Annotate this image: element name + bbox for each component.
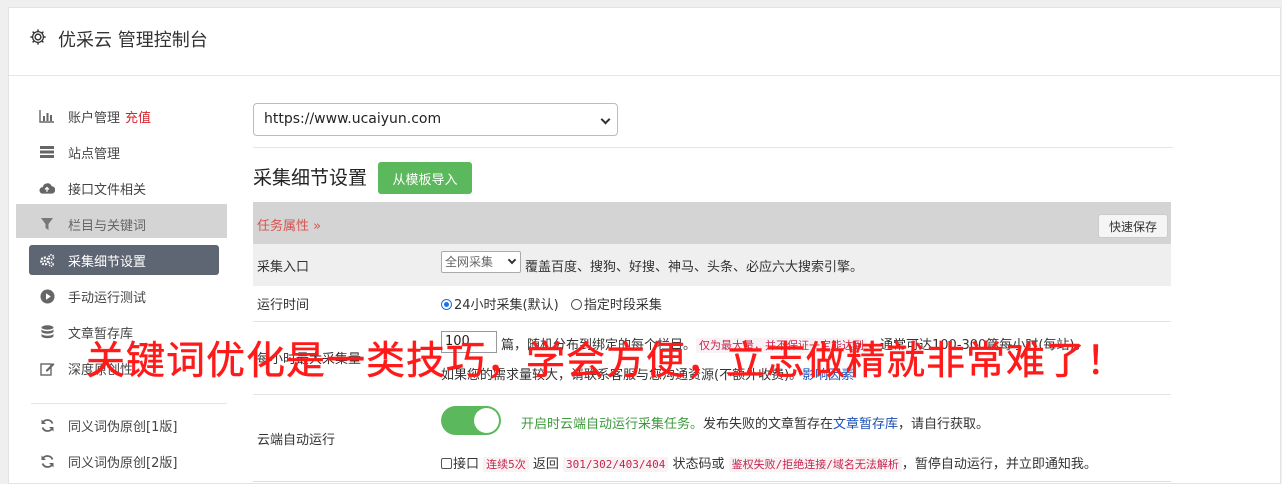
sidebar-item-label: 同义词伪原创[2版] <box>68 455 178 471</box>
cloud-text4: 状态码或 <box>668 457 729 472</box>
entry-label: 采集入口 <box>257 260 310 275</box>
cloud-green-text: 开启时云端自动运行采集任务。 <box>521 417 704 432</box>
sidebar-item-manual-run[interactable]: 手动运行测试 <box>29 281 219 311</box>
chevron-down-icon <box>507 255 517 265</box>
sidebar-item-collect-settings[interactable]: 采集细节设置 <box>29 245 219 275</box>
cloud-desc-line1: 开启时云端自动运行采集任务。发布失败的文章暂存在文章暂存库，请自行获取。 <box>521 413 989 432</box>
site-select-value: https://www.ucaiyun.com <box>264 111 442 127</box>
runtime-options: 24小时采集(默认) 指定时段采集 <box>441 294 662 313</box>
radio-timed[interactable] <box>570 299 582 310</box>
code-status: 301/302/403/404 <box>563 457 669 472</box>
sidebar-item-label: 账户管理 <box>68 110 121 126</box>
sidebar-item-label: 采集细节设置 <box>68 254 147 270</box>
cloud-upload-icon <box>39 180 55 196</box>
sidebar-item-label: 接口文件相关 <box>68 182 147 198</box>
recharge-link[interactable]: 充值 <box>125 107 151 126</box>
toggle-knob <box>474 408 499 433</box>
sidebar-item-interface[interactable]: 接口文件相关 <box>29 173 219 203</box>
task-attributes-header: 任务属性 » 快速保存 <box>253 202 1171 244</box>
sidebar-item-label: 同义词伪原创[1版] <box>68 419 178 435</box>
gear-icon <box>30 29 46 45</box>
cloud-label: 云端自动运行 <box>257 433 336 448</box>
database-icon <box>39 324 55 340</box>
section-title: 采集细节设置 <box>253 167 368 189</box>
gears-icon <box>39 252 55 268</box>
console-panel: 优采云 管理控制台 账户管理 充值 站点管理 接口文件相关 栏目与关键词 采集细… <box>8 7 1281 484</box>
radio-24h[interactable] <box>441 299 452 310</box>
sidebar-item-label: 站点管理 <box>68 146 121 162</box>
header: 优采云 管理控制台 <box>9 8 1280 76</box>
runtime-label: 运行时间 <box>257 298 310 313</box>
entry-select-value: 全网采集 <box>445 255 494 269</box>
bar-chart-icon <box>39 108 55 124</box>
entry-desc: 覆盖百度、搜狗、好搜、神马、头条、必应六大搜索引擎。 <box>525 260 864 275</box>
cloud-text1: 发布失败的文章暂存在 <box>703 417 834 432</box>
radio-timed-label: 指定时段采集 <box>583 298 662 313</box>
code-auth-fail: 鉴权失败/拒绝连接/域名无法解析 <box>728 457 902 472</box>
cloud-auto-run-toggle[interactable] <box>441 406 501 435</box>
radio-24h-label: 24小时采集(默认) <box>454 298 559 313</box>
row-divider <box>253 321 1171 322</box>
row-divider <box>253 481 1171 482</box>
sidebar-item-sites[interactable]: 站点管理 <box>29 137 219 167</box>
edit-icon <box>39 360 55 376</box>
sidebar-item-label: 栏目与关键词 <box>68 218 147 234</box>
import-template-button[interactable]: 从模板导入 <box>378 162 472 194</box>
filter-icon <box>39 216 55 232</box>
task-attributes-toggle[interactable]: 任务属性 » <box>257 215 321 234</box>
cloud-desc-line2: 接口 连续5次 返回 301/302/403/404 状态码或 鉴权失败/拒绝连… <box>441 453 1097 472</box>
sidebar-item-keywords[interactable]: 栏目与关键词 <box>29 209 219 239</box>
chevron-down-icon <box>600 114 611 125</box>
divider <box>253 147 1173 148</box>
sidebar-divider <box>31 403 227 404</box>
code-5times: 连续5次 <box>483 457 529 472</box>
play-icon <box>39 288 55 304</box>
interface-pause-checkbox[interactable] <box>441 458 452 469</box>
page-title: 优采云 管理控制台 <box>58 30 208 51</box>
quick-save-button[interactable]: 快速保存 <box>1098 214 1168 238</box>
refresh-icon <box>39 417 55 433</box>
cb-label: 接口 <box>453 457 480 472</box>
entry-select[interactable]: 全网采集 <box>441 251 521 273</box>
server-icon <box>39 144 55 160</box>
cloud-text5: ，暂停自动运行，并立即通知我。 <box>901 457 1097 472</box>
sidebar-item-synonym-v2[interactable]: 同义词伪原创[2版] <box>29 446 219 476</box>
site-select[interactable]: https://www.ucaiyun.com <box>253 103 618 136</box>
watermark-overlay-text: 关键词优化是一类技巧，学会方便，立志做精就非常难了！ <box>86 339 1127 385</box>
cloud-text3: 返回 <box>528 457 564 472</box>
sidebar-item-account[interactable]: 账户管理 充值 <box>29 101 219 131</box>
article-store-link[interactable]: 文章暂存库 <box>833 417 898 432</box>
sidebar-item-label: 手动运行测试 <box>68 290 147 306</box>
row-divider <box>253 394 1171 395</box>
sidebar-item-synonym-v1[interactable]: 同义词伪原创[1版] <box>29 410 219 440</box>
cloud-text2: ，请自行获取。 <box>898 417 990 432</box>
refresh-icon <box>39 453 55 469</box>
